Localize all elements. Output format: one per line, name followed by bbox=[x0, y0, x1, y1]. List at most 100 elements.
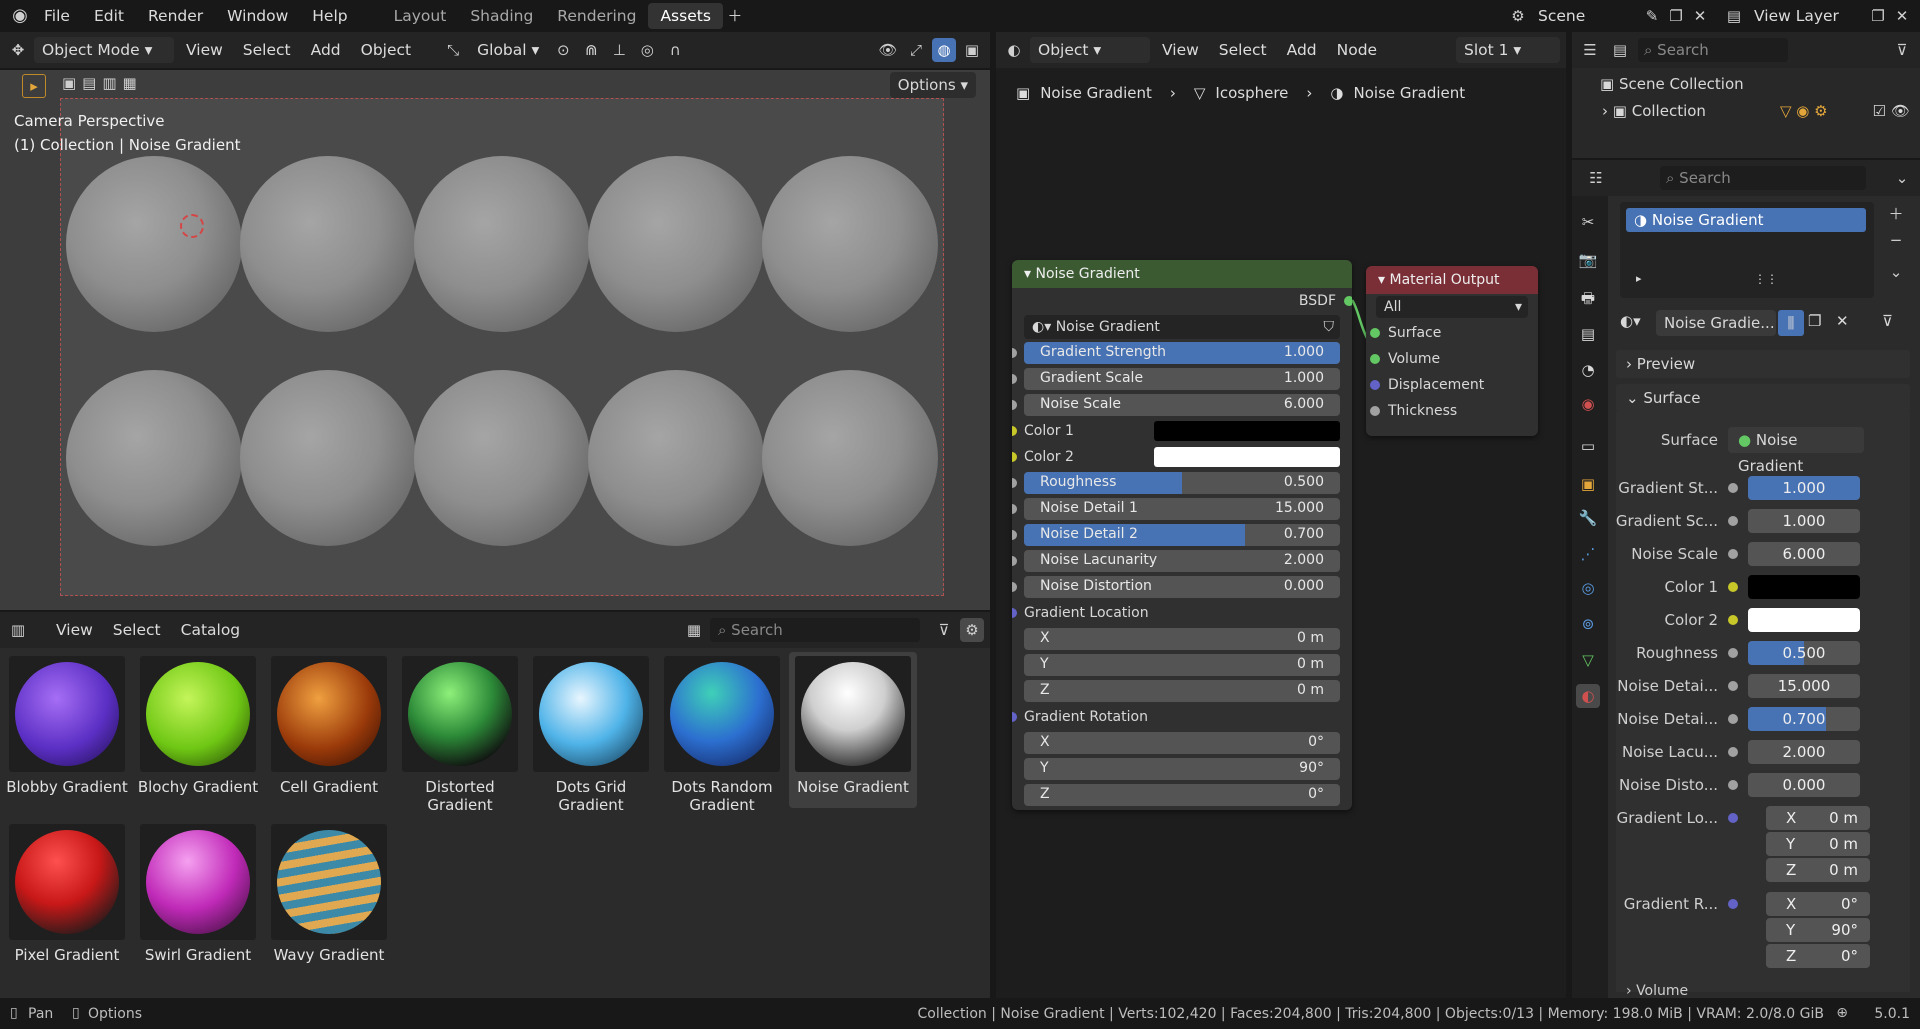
noise-gradient-node[interactable]: ▾ Noise Gradient BSDF ◐▾ Noise Gradient … bbox=[1012, 260, 1352, 810]
checkbox-icon[interactable]: ☑ bbox=[1873, 98, 1886, 124]
user-count-icon[interactable]: ⫼ bbox=[1778, 310, 1804, 336]
tab-rendering[interactable]: Rendering bbox=[545, 3, 648, 29]
properties-search-input[interactable]: ⌕ Search bbox=[1660, 166, 1866, 190]
color2-swatch[interactable] bbox=[1748, 608, 1860, 632]
input-socket[interactable] bbox=[1012, 478, 1017, 488]
gradient-strength-field[interactable]: Gradient Strength 1.000 bbox=[1024, 342, 1340, 364]
node-menu-select[interactable]: Select bbox=[1211, 37, 1275, 63]
menu-file[interactable]: File bbox=[32, 0, 82, 32]
surface-value-field[interactable]: ● Noise Gradient bbox=[1728, 427, 1864, 475]
tool-select-icon[interactable]: ▸ bbox=[22, 74, 46, 98]
asset-menu-catalog[interactable]: Catalog bbox=[173, 617, 249, 643]
snap-increment-icon[interactable]: ⊥ bbox=[607, 38, 631, 62]
chevron-down-icon[interactable]: ⌄ bbox=[1890, 166, 1914, 190]
object-filter-icons[interactable]: ▽ ◉ ⚙ bbox=[1780, 98, 1828, 124]
sphere[interactable] bbox=[588, 370, 764, 546]
input-socket[interactable] bbox=[1012, 426, 1017, 436]
overlay-icon[interactable]: ◍ bbox=[932, 38, 956, 62]
viewport-menu-select[interactable]: Select bbox=[235, 37, 299, 63]
target-dropdown[interactable]: All ▾ bbox=[1376, 296, 1528, 318]
bsdf-output-socket[interactable] bbox=[1344, 296, 1352, 306]
tool-tab-icon[interactable]: ✂ bbox=[1576, 210, 1600, 234]
expand-icon[interactable]: › bbox=[1602, 102, 1613, 120]
world-tab-icon[interactable]: ◉ bbox=[1576, 392, 1600, 416]
asset-menu-select[interactable]: Select bbox=[105, 617, 169, 643]
visibility-icon[interactable]: 👁 bbox=[876, 38, 900, 62]
asset-blochy-gradient[interactable]: Blochy Gradient bbox=[134, 656, 262, 796]
property-field[interactable]: 0.500 bbox=[1748, 641, 1860, 665]
editor-type-icon[interactable]: ✥ bbox=[6, 38, 30, 62]
asset-dots-grid-gradient[interactable]: Dots Grid Gradient bbox=[527, 656, 655, 814]
rotation-z-field[interactable]: Z 0° bbox=[1024, 784, 1340, 806]
pin-icon[interactable]: ✎ bbox=[1640, 4, 1664, 28]
input-socket[interactable] bbox=[1012, 712, 1017, 722]
add-workspace-icon[interactable]: ＋ bbox=[723, 4, 747, 28]
node-header[interactable]: ▾ Noise Gradient bbox=[1012, 260, 1352, 288]
asset-swirl-gradient[interactable]: Swirl Gradient bbox=[134, 824, 262, 964]
location-z-field[interactable]: Z 0 m bbox=[1766, 858, 1870, 882]
node-menu-add[interactable]: Add bbox=[1279, 37, 1325, 63]
material-browse-icon[interactable]: ◐▾ bbox=[1620, 312, 1641, 330]
input-socket[interactable] bbox=[1012, 400, 1017, 410]
delete-view-layer-icon[interactable]: ✕ bbox=[1890, 4, 1914, 28]
volume-panel-header[interactable]: › Volume bbox=[1616, 984, 1910, 998]
remove-slot-icon[interactable]: − bbox=[1884, 228, 1908, 252]
output-tab-icon[interactable]: 🖶 bbox=[1576, 286, 1600, 310]
sphere[interactable] bbox=[762, 370, 938, 546]
property-field[interactable]: 0.700 bbox=[1748, 707, 1860, 731]
property-field[interactable]: 15.000 bbox=[1748, 674, 1860, 698]
proportional-edit-icon[interactable]: ◎ bbox=[635, 38, 659, 62]
noise-scale-field[interactable]: Noise Scale 6.000 bbox=[1024, 394, 1340, 416]
rotation-x-field[interactable]: X 0° bbox=[1766, 892, 1870, 916]
viewport-menu-object[interactable]: Object bbox=[353, 37, 419, 63]
noise-distortion-field[interactable]: Noise Distortion 0.000 bbox=[1024, 576, 1340, 598]
new-view-layer-icon[interactable]: ❐ bbox=[1866, 4, 1890, 28]
falloff-icon[interactable]: ∩ bbox=[663, 38, 687, 62]
particles-tab-icon[interactable]: ⋰ bbox=[1576, 542, 1600, 566]
snap-icon[interactable]: ⋒ bbox=[579, 38, 603, 62]
rotation-z-field[interactable]: Z 0° bbox=[1766, 944, 1870, 968]
location-x-field[interactable]: X 0 m bbox=[1024, 628, 1340, 650]
delete-scene-icon[interactable]: ✕ bbox=[1688, 4, 1712, 28]
menu-render[interactable]: Render bbox=[136, 0, 215, 32]
location-y-field[interactable]: Y 0 m bbox=[1024, 654, 1340, 676]
surface-panel-header[interactable]: ⌄ Surface bbox=[1616, 384, 1910, 412]
asset-menu-view[interactable]: View bbox=[48, 617, 101, 643]
collapse-icon[interactable]: ▾ bbox=[1378, 272, 1389, 288]
display-mode-icon[interactable]: ▦ bbox=[682, 618, 706, 642]
view-layer-tab-icon[interactable]: ▤ bbox=[1576, 322, 1600, 346]
thickness-socket[interactable] bbox=[1370, 406, 1380, 416]
filter-icon[interactable]: ⊽ bbox=[932, 618, 956, 642]
select-mode-icons[interactable]: ▣▤▥▦ bbox=[62, 74, 186, 98]
menu-edit[interactable]: Edit bbox=[82, 0, 136, 32]
gizmo-icon[interactable]: ⤢ bbox=[904, 38, 928, 62]
node-object-dropdown[interactable]: Object ▾ bbox=[1030, 37, 1150, 63]
sphere[interactable] bbox=[762, 156, 938, 332]
material-tab-icon[interactable]: ◐ bbox=[1576, 684, 1600, 708]
asset-noise-gradient[interactable]: Noise Gradient bbox=[789, 652, 917, 808]
options-dropdown[interactable]: Options ▾ bbox=[889, 72, 976, 98]
filter-icon[interactable]: ⊽ bbox=[1890, 38, 1914, 62]
asset-distorted-gradient[interactable]: Distorted Gradient bbox=[396, 656, 524, 814]
scene-collection-row[interactable]: ▣ Scene Collection bbox=[1600, 72, 1744, 96]
input-socket[interactable] bbox=[1012, 504, 1017, 514]
outliner-search-input[interactable]: ⌕ Search bbox=[1638, 38, 1788, 62]
properties-editor-icon[interactable]: ☷ bbox=[1584, 166, 1608, 190]
collection-tab-icon[interactable]: ▭ bbox=[1576, 434, 1600, 458]
socket-dot-icon[interactable] bbox=[1728, 615, 1738, 625]
color2-swatch[interactable] bbox=[1154, 447, 1340, 467]
property-field[interactable]: 0.000 bbox=[1748, 773, 1860, 797]
node-editor[interactable]: ▣ Noise Gradient › ▽ Icosphere › ◑ Noise… bbox=[996, 68, 1566, 998]
socket-dot-icon[interactable] bbox=[1728, 747, 1738, 757]
collection-row[interactable]: › ▣ Collection ▽ ◉ ⚙ ☑ 👁 bbox=[1602, 98, 1916, 124]
3d-cursor-icon[interactable] bbox=[180, 214, 204, 238]
object-tab-icon[interactable]: ▣ bbox=[1576, 472, 1600, 496]
outliner-editor-icon[interactable]: ☰ bbox=[1578, 38, 1602, 62]
rotation-y-field[interactable]: Y 90° bbox=[1024, 758, 1340, 780]
data-tab-icon[interactable]: ▽ bbox=[1576, 648, 1600, 672]
gradient-scale-field[interactable]: Gradient Scale 1.000 bbox=[1024, 368, 1340, 390]
volume-socket[interactable] bbox=[1370, 354, 1380, 364]
color1-swatch[interactable] bbox=[1154, 421, 1340, 441]
tab-shading[interactable]: Shading bbox=[458, 3, 545, 29]
noise-detail-2-field[interactable]: Noise Detail 2 0.700 bbox=[1024, 524, 1340, 546]
